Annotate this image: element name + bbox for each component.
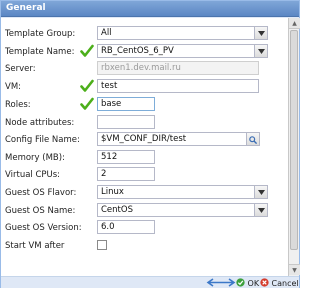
chevron-down-icon <box>258 31 265 36</box>
search-trigger[interactable] <box>247 132 260 146</box>
field-label: Template Group: <box>5 29 76 39</box>
form-row-virtual-cpus: Virtual CPUs: 2 <box>1 166 288 184</box>
form-row-node-attributes: Node attributes: <box>1 114 288 132</box>
cancel-label: Cancel <box>271 279 299 288</box>
form-row-guest-os-flavor: Guest OS Flavor: Linux <box>1 184 288 202</box>
form-row-memory-mb: Memory (MB): 512 <box>1 149 288 167</box>
field-label: Guest OS Flavor: <box>5 188 77 198</box>
form-row-start-vm-after: Start VM after <box>1 237 288 255</box>
chevron-down-icon <box>258 190 265 195</box>
dialog-title: General <box>6 3 46 13</box>
field-label: Virtual CPUs: <box>5 170 61 180</box>
template-name-select[interactable]: RB_CentOS_6_PV <box>97 44 255 58</box>
form-row-template-group: Template Group: All <box>1 25 288 43</box>
config-file-name-input[interactable]: $VM_CONF_DIR/test <box>97 132 247 146</box>
field-label: Roles: <box>5 100 31 110</box>
form-row-guest-os-name: Guest OS Name: CentOS <box>1 202 288 220</box>
valid-check-icon <box>80 97 94 110</box>
field-label: Server: <box>5 64 36 74</box>
virtual-cpus-input[interactable]: 2 <box>97 167 155 181</box>
start-vm-checkbox[interactable] <box>97 240 107 250</box>
cancel-button[interactable]: Cancel <box>260 278 299 288</box>
form-row-roles: Roles: base <box>1 96 288 114</box>
template-group-select[interactable]: All <box>97 26 255 40</box>
ok-label: OK <box>247 279 260 288</box>
field-label: VM: <box>5 82 22 92</box>
field-label: Memory (MB): <box>5 153 65 163</box>
general-dialog: General Template Group: All Template Name:… <box>0 0 300 288</box>
scroll-up-button[interactable]: ▲ <box>289 18 300 29</box>
arrow-right-icon <box>221 278 236 287</box>
node-attributes-input[interactable] <box>97 115 155 129</box>
chevron-down-icon <box>258 208 265 213</box>
search-icon <box>249 136 257 144</box>
dialog-titlebar: General <box>1 1 299 17</box>
form-panel: Template Group: All Template Name: RB_CentO… <box>1 18 288 276</box>
guest-os-name-select[interactable]: CentOS <box>97 203 255 217</box>
field-label: Node attributes: <box>5 118 75 128</box>
chevron-down-icon <box>258 49 265 54</box>
vm-input[interactable]: test <box>97 79 259 93</box>
ok-check-icon <box>236 278 245 287</box>
form-row-vm: VM: test <box>1 78 288 96</box>
scroll-thumb[interactable] <box>290 30 298 250</box>
form-row-config-file-name: Config File Name: $VM_CONF_DIR/test <box>1 131 288 149</box>
field-label: Start VM after <box>5 241 65 251</box>
field-label: Config File Name: <box>5 135 80 145</box>
vertical-scrollbar[interactable]: ▲ ▼ <box>288 18 300 276</box>
dropdown-trigger[interactable] <box>255 44 268 58</box>
valid-check-icon <box>80 79 94 92</box>
guest-os-flavor-select[interactable]: Linux <box>97 185 255 199</box>
scroll-down-button[interactable]: ▼ <box>289 264 300 275</box>
dialog-footer: OK Cancel <box>1 276 299 288</box>
next-button[interactable] <box>220 278 236 288</box>
field-label: Template Name: <box>5 47 75 57</box>
guest-os-version-input[interactable]: 6.0 <box>97 220 155 234</box>
form-row-template-name: Template Name: RB_CentOS_6_PV <box>1 43 288 61</box>
cancel-icon <box>260 278 269 287</box>
roles-input[interactable]: base <box>97 97 155 111</box>
field-label: Guest OS Name: <box>5 206 76 216</box>
dropdown-trigger[interactable] <box>255 26 268 40</box>
field-label: Guest OS Version: <box>5 223 82 233</box>
memory-mb-input[interactable]: 512 <box>97 150 155 164</box>
dropdown-trigger[interactable] <box>255 203 268 217</box>
form-row-guest-os-version: Guest OS Version: 6.0 <box>1 219 288 237</box>
ok-button[interactable]: OK <box>236 278 259 288</box>
server-input: rbxen1.dev.mail.ru <box>97 61 259 75</box>
form-row-server: Server: rbxen1.dev.mail.ru <box>1 60 288 78</box>
dropdown-trigger[interactable] <box>255 185 268 199</box>
valid-check-icon <box>80 44 94 57</box>
